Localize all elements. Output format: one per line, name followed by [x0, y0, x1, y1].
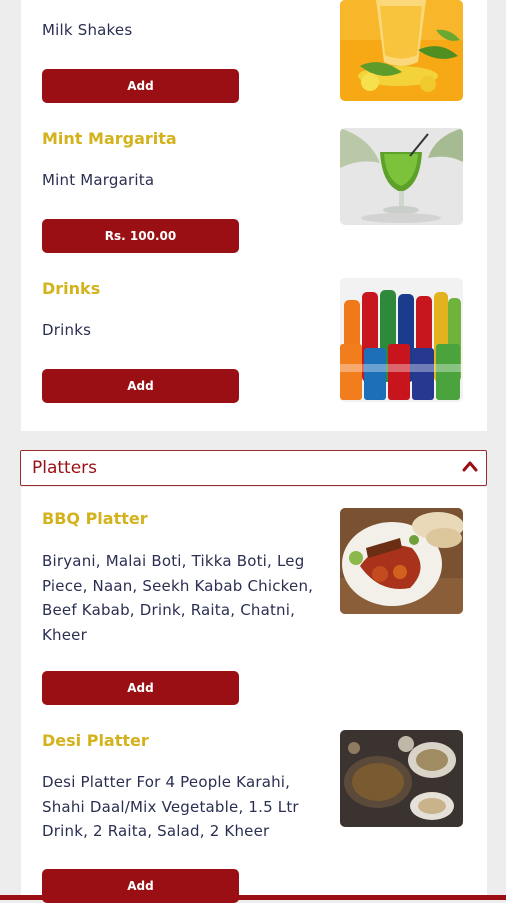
- item-description: Mint Margarita: [42, 171, 155, 189]
- item-title: BBQ Platter: [42, 509, 148, 528]
- price-button[interactable]: Rs. 100.00: [42, 219, 239, 253]
- bottom-bar: [0, 895, 506, 900]
- mint-margarita-icon: [340, 128, 463, 225]
- soft-drinks-icon: [340, 278, 463, 402]
- item-description: Biryani, Malai Boti, Tikka Boti, Leg Pie…: [42, 552, 314, 644]
- item-title: Desi Platter: [42, 731, 149, 750]
- desi-platter-icon: [340, 730, 463, 827]
- platters-section-header[interactable]: Platters: [20, 450, 487, 486]
- item-title: Drinks: [42, 279, 101, 298]
- add-button[interactable]: Add: [42, 369, 239, 403]
- item-description: Desi Platter For 4 People Karahi, Shahi …: [42, 773, 299, 840]
- item-title: Mint Margarita: [42, 129, 177, 148]
- item-description: Milk Shakes: [42, 21, 133, 39]
- section-title: Platters: [32, 458, 98, 478]
- menu-card-platters: BBQ Platter Biryani, Malai Boti, Tikka B…: [21, 487, 487, 903]
- bbq-platter-icon: [340, 508, 463, 614]
- add-button[interactable]: Add: [42, 671, 239, 705]
- menu-card-drinks: Milk Shakes Add Mint Margarita Mint Marg…: [21, 0, 487, 431]
- chevron-up-icon[interactable]: [462, 458, 478, 472]
- add-button[interactable]: Add: [42, 69, 239, 103]
- item-description: Drinks: [42, 321, 92, 339]
- milkshake-icon: [340, 0, 463, 101]
